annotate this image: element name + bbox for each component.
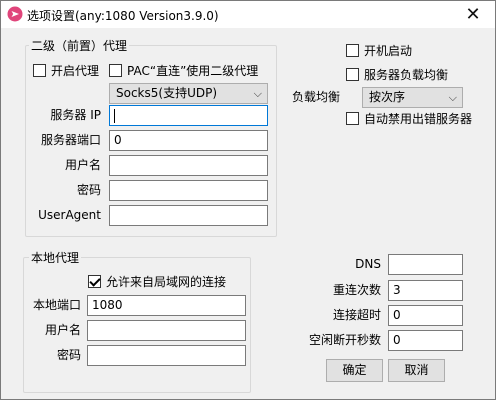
local-port-label: 本地端口 xyxy=(32,298,81,312)
chevron-down-icon: ⌵ xyxy=(448,91,457,104)
autostart-label: 开机启动 xyxy=(364,44,413,58)
local-port-value: 1080 xyxy=(92,298,123,312)
server-load-balance-checkbox[interactable]: 服务器负载均衡 xyxy=(346,66,448,83)
ok-button[interactable]: 确定 xyxy=(326,359,383,382)
server-port-value: 0 xyxy=(114,133,122,147)
idle-disconnect-value: 0 xyxy=(393,333,401,347)
chevron-down-icon: ⌵ xyxy=(253,87,262,100)
local-username-input[interactable] xyxy=(87,320,246,341)
load-balance-mode-select[interactable]: 按次序 ⌵ xyxy=(362,87,463,108)
server-load-balance-checkbox-box[interactable] xyxy=(346,68,359,81)
local-port-input[interactable]: 1080 xyxy=(87,295,246,316)
useragent-input[interactable] xyxy=(109,205,268,226)
server-port-input[interactable]: 0 xyxy=(109,130,268,151)
auto-disable-label: 自动禁用出错服务器 xyxy=(364,112,473,126)
proxy-type-select[interactable]: Socks5(支持UDP) ⌵ xyxy=(109,83,268,104)
retry-count-value: 3 xyxy=(393,283,401,297)
upstream-password-label: 密码 xyxy=(76,183,101,197)
app-icon xyxy=(7,6,23,22)
upstream-username-label: 用户名 xyxy=(64,158,101,172)
local-password-input[interactable] xyxy=(87,345,246,366)
local-proxy-group-title: 本地代理 xyxy=(29,249,82,266)
proxy-type-value: Socks5(支持UDP) xyxy=(116,86,218,100)
local-password-label: 密码 xyxy=(56,348,81,362)
allow-lan-checkbox-box[interactable] xyxy=(88,275,101,288)
allow-lan-checkbox[interactable]: 允许来自局域网的连接 xyxy=(88,273,226,290)
window-title: 选项设置(any:1080 Version3.9.0) xyxy=(27,9,219,23)
auto-disable-checkbox-box[interactable] xyxy=(346,112,359,125)
auto-disable-checkbox[interactable]: 自动禁用出错服务器 xyxy=(346,110,472,127)
text-caret xyxy=(114,108,115,123)
retry-count-label: 重连次数 xyxy=(332,283,381,297)
idle-disconnect-input[interactable]: 0 xyxy=(388,330,463,351)
pac-direct-label: PAC“直连”使用二级代理 xyxy=(127,64,259,78)
connect-timeout-value: 0 xyxy=(393,308,401,322)
server-ip-label: 服务器 IP xyxy=(50,108,101,122)
allow-lan-label: 允许来自局域网的连接 xyxy=(106,275,227,289)
load-balance-mode-value: 按次序 xyxy=(369,90,406,104)
upstream-password-input[interactable] xyxy=(109,180,268,201)
retry-count-input[interactable]: 3 xyxy=(388,280,463,301)
close-button[interactable]: ✕ xyxy=(451,1,495,28)
title-bar: 选项设置(any:1080 Version3.9.0) ✕ xyxy=(1,1,495,28)
server-ip-input[interactable] xyxy=(109,105,268,126)
dns-input[interactable] xyxy=(388,254,463,275)
autostart-checkbox[interactable]: 开机启动 xyxy=(346,42,412,59)
upstream-proxy-group-title: 二级（前置）代理 xyxy=(29,37,130,54)
enable-proxy-checkbox[interactable]: 开启代理 xyxy=(33,62,99,79)
dns-label: DNS xyxy=(355,257,381,271)
cancel-button[interactable]: 取消 xyxy=(388,359,445,382)
local-username-label: 用户名 xyxy=(44,323,81,337)
server-port-label: 服务器端口 xyxy=(40,133,101,147)
enable-proxy-checkbox-box[interactable] xyxy=(33,64,46,77)
load-balance-label: 负载均衡 xyxy=(292,90,341,104)
options-window: 选项设置(any:1080 Version3.9.0) ✕ 二级（前置）代理 开… xyxy=(0,0,496,400)
connect-timeout-input[interactable]: 0 xyxy=(388,305,463,326)
upstream-username-input[interactable] xyxy=(109,155,268,176)
connect-timeout-label: 连接超时 xyxy=(332,308,381,322)
server-load-balance-label: 服务器负载均衡 xyxy=(364,68,449,82)
enable-proxy-label: 开启代理 xyxy=(51,64,100,78)
useragent-label: UserAgent xyxy=(38,208,101,222)
close-icon: ✕ xyxy=(465,4,481,25)
idle-disconnect-label: 空闲断开秒数 xyxy=(308,333,381,347)
autostart-checkbox-box[interactable] xyxy=(346,44,359,57)
pac-direct-checkbox[interactable]: PAC“直连”使用二级代理 xyxy=(109,62,258,79)
pac-direct-checkbox-box[interactable] xyxy=(109,64,122,77)
